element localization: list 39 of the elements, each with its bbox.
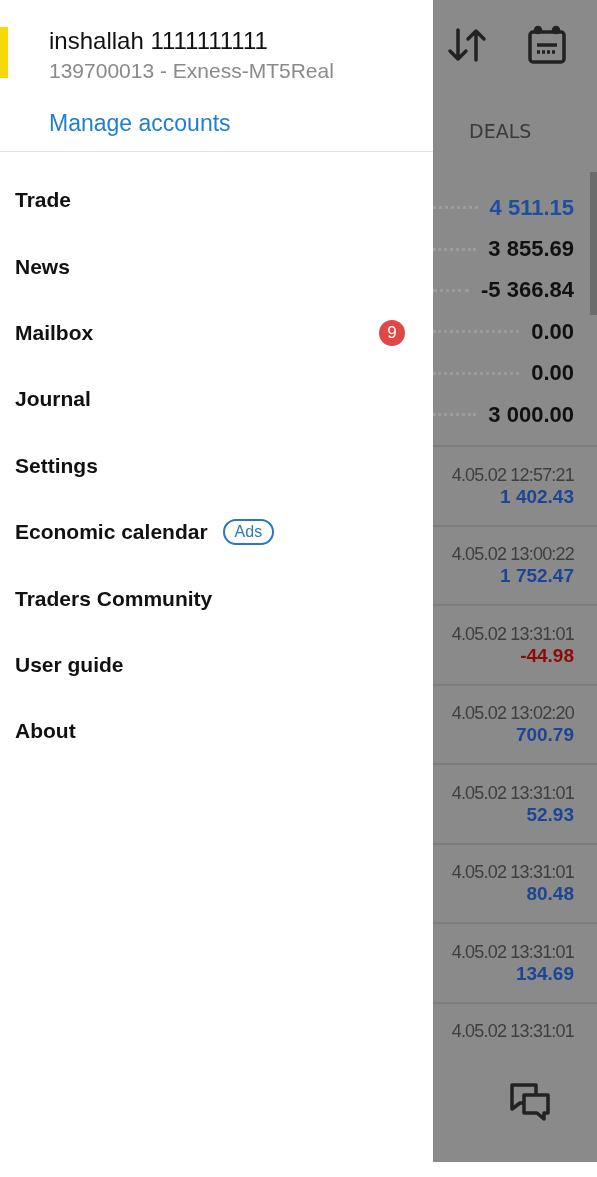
ads-tag: Ads (222, 519, 275, 546)
deal-profit: 1 752.47 (500, 565, 574, 588)
menu-item[interactable]: About (0, 698, 433, 765)
summary-value: 0.00 (531, 360, 574, 387)
deal-profit: 52.93 (526, 803, 574, 826)
deal-time: 4.05.02 13:31:01 (451, 941, 574, 963)
deal-profit: -44.98 (520, 644, 574, 667)
account-name: inshallah 1111111111 (49, 27, 269, 55)
deal-profit: 700.79 (515, 724, 574, 747)
menu-item[interactable]: Trade (0, 167, 433, 234)
summary-value: 0.00 (531, 318, 574, 345)
summary-value: 3 000.00 (488, 401, 574, 428)
deal-time: 4.05.02 13:31:01 (451, 623, 574, 645)
sort-icon[interactable] (447, 27, 487, 63)
deal-time: 4.05.02 13:00:22 (451, 544, 574, 566)
summary-value: 4 511.15 (489, 194, 574, 221)
calendar-icon[interactable] (527, 25, 567, 65)
menu-item[interactable]: Settings (0, 432, 433, 499)
manage-accounts-link[interactable]: Manage accounts (49, 109, 231, 137)
logo-icon (0, 27, 8, 78)
deal-time: 4.05.02 13:02:20 (451, 703, 574, 725)
account-details: 139700013 - Exness-MT5Real (49, 58, 334, 84)
summary-value: 3 855.69 (488, 236, 574, 263)
deal-profit: 1 402.43 (500, 485, 574, 508)
deal-profit: 134.69 (515, 962, 574, 985)
menu-item[interactable]: User guide (0, 631, 433, 699)
menu-item[interactable]: News (0, 233, 433, 300)
deal-profit: 80.48 (526, 883, 574, 906)
menu-item[interactable]: Journal (0, 366, 433, 433)
menu-item[interactable]: Economic calendar Ads (0, 498, 433, 566)
menu-item[interactable]: Mailbox 9 (0, 299, 433, 367)
deal-time: 4.05.02 13:31:01 (451, 782, 574, 804)
deal-time: 4.05.02 13:31:01 (451, 862, 574, 884)
chat-icon[interactable] (509, 1081, 551, 1121)
deal-time: 4.05.02 12:57:21 (451, 464, 574, 486)
unread-badge: 9 (379, 319, 405, 346)
summary-value: -5 366.84 (481, 277, 574, 304)
deal-time: 4.05.02 13:31:01 (451, 1021, 574, 1043)
menu-item[interactable]: Traders Community (0, 565, 433, 632)
